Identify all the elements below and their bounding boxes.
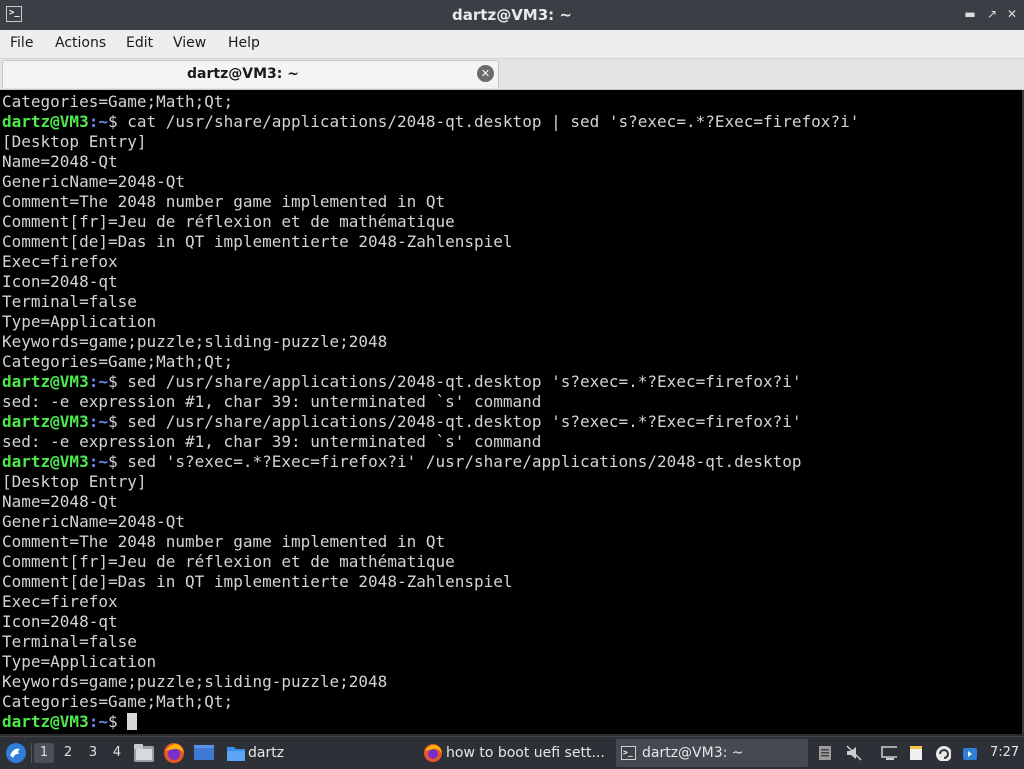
terminal-output-line: Comment[de]=Das in QT implementierte 204… <box>2 232 513 251</box>
prompt-symbol: $ <box>107 452 118 471</box>
terminal-output-line: Icon=2048-qt <box>2 612 118 631</box>
tab-bar: dartz@VM3: ~ ✕ <box>0 59 1024 90</box>
terminal-icon: >_ <box>621 746 636 760</box>
terminal-output-line: [Desktop Entry] <box>2 472 147 491</box>
task-label: dartz <box>248 745 285 761</box>
tab-label: dartz@VM3: ~ <box>187 66 299 82</box>
menu-view[interactable]: View <box>171 34 208 52</box>
terminal-output-line: Terminal=false <box>2 292 137 311</box>
terminal-output-line: Keywords=game;puzzle;sliding-puzzle;2048 <box>2 332 388 351</box>
command-text: sed 's?exec=.*?Exec=firefox?i' /usr/shar… <box>117 452 802 471</box>
terminal-output-line: Keywords=game;puzzle;sliding-puzzle;2048 <box>2 672 388 691</box>
text-cursor <box>127 713 138 730</box>
task-label: how to boot uefi sett... <box>446 745 605 761</box>
terminal-output-line: Name=2048-Qt <box>2 492 118 511</box>
workspace-2[interactable]: 2 <box>58 743 78 763</box>
prompt-path: :~ <box>88 372 108 391</box>
prompt-user: dartz@VM3 <box>2 452 89 471</box>
prompt-symbol: $ <box>107 712 118 731</box>
prompt-symbol: $ <box>107 112 118 131</box>
terminal-output-line: Categories=Game;Math;Qt; <box>2 692 234 711</box>
command-text: sed /usr/share/applications/2048-qt.desk… <box>117 372 802 391</box>
terminal-output-line: Terminal=false <box>2 632 137 651</box>
terminal-prompt-line: dartz@VM3:~$ sed /usr/share/applications… <box>2 412 802 432</box>
task-firefox[interactable]: how to boot uefi sett... <box>420 739 612 767</box>
command-text: cat /usr/share/applications/2048-qt.desk… <box>117 112 860 131</box>
terminal-output-line: Comment[fr]=Jeu de réflexion et de mathé… <box>2 552 455 571</box>
terminal-output-line: Exec=firefox <box>2 592 118 611</box>
terminal-output-line: Type=Application <box>2 652 157 671</box>
maximize-icon[interactable]: ↗ <box>984 6 1000 22</box>
terminal-output-line: Comment=The 2048 number game implemented… <box>2 192 446 211</box>
clock[interactable]: 7:27 <box>990 745 1019 760</box>
command-text: sed /usr/share/applications/2048-qt.desk… <box>117 412 802 431</box>
menu-help[interactable]: Help <box>226 34 262 52</box>
prompt-user: dartz@VM3 <box>2 412 89 431</box>
terminal-output-line: sed: -e expression #1, char 39: untermin… <box>2 432 542 451</box>
terminal-prompt-line: dartz@VM3:~$ sed 's?exec=.*?Exec=firefox… <box>2 452 802 472</box>
folder-icon <box>227 747 245 761</box>
firefox-icon <box>424 744 442 762</box>
terminal-output-line: Icon=2048-qt <box>2 272 118 291</box>
terminal-output-line: sed: -e expression #1, char 39: untermin… <box>2 392 542 411</box>
notification-icon[interactable] <box>962 745 978 761</box>
task-file-manager[interactable]: dartz <box>222 739 412 767</box>
terminal-output-line: [Desktop Entry] <box>2 132 147 151</box>
menu-edit[interactable]: Edit <box>124 34 155 52</box>
terminal-output-line: Type=Application <box>2 312 157 331</box>
tab-close-icon[interactable]: ✕ <box>477 65 494 82</box>
workspace-4[interactable]: 4 <box>107 743 127 763</box>
prompt-user: dartz@VM3 <box>2 712 89 731</box>
menu-bar: File Actions Edit View Help <box>0 30 1024 59</box>
prompt-user: dartz@VM3 <box>2 112 89 131</box>
prompt-path: :~ <box>88 452 108 471</box>
terminal-output-line: Comment=The 2048 number game implemented… <box>2 532 446 551</box>
file-manager-launcher-icon[interactable] <box>133 743 155 767</box>
show-desktop-icon[interactable] <box>193 743 215 767</box>
task-label: dartz@VM3: ~ <box>642 745 744 761</box>
prompt-symbol: $ <box>107 372 118 391</box>
update-icon[interactable] <box>935 745 951 761</box>
workspace-3[interactable]: 3 <box>83 743 103 763</box>
menu-file[interactable]: File <box>8 34 35 52</box>
volume-muted-icon[interactable] <box>846 745 862 761</box>
window-titlebar[interactable]: >_ dartz@VM3: ~ ▬ ↗ ✕ <box>0 0 1024 30</box>
prompt-path: :~ <box>88 412 108 431</box>
firefox-launcher-icon[interactable] <box>163 742 185 766</box>
terminal-output-line: Exec=firefox <box>2 252 118 271</box>
menu-actions[interactable]: Actions <box>53 34 108 52</box>
terminal-output-line: Name=2048-Qt <box>2 152 118 171</box>
terminal-prompt-line: dartz@VM3:~$ sed /usr/share/applications… <box>2 372 802 392</box>
close-icon[interactable]: ✕ <box>1004 6 1020 22</box>
task-terminal[interactable]: >_ dartz@VM3: ~ <box>616 739 808 767</box>
terminal-output[interactable]: Categories=Game;Math;Qt; dartz@VM3:~$ cat… <box>0 90 1024 734</box>
taskbar: 1 2 3 4 dartz how to boot uefi sett... >… <box>0 736 1024 769</box>
terminal-output-line: GenericName=2048-Qt <box>2 512 186 531</box>
prompt-symbol: $ <box>107 412 118 431</box>
prompt-user: dartz@VM3 <box>2 372 89 391</box>
tab-terminal[interactable]: dartz@VM3: ~ ✕ <box>2 60 499 88</box>
terminal-prompt-line: dartz@VM3:~$ cat /usr/share/applications… <box>2 112 859 132</box>
terminal-output-line: Categories=Game;Math;Qt; <box>2 352 234 371</box>
start-menu-icon[interactable] <box>5 742 27 766</box>
terminal-output-line: GenericName=2048-Qt <box>2 172 186 191</box>
taskbar-separator <box>31 743 32 763</box>
notes-icon[interactable] <box>908 745 924 761</box>
prompt-path: :~ <box>88 712 108 731</box>
window-title: dartz@VM3: ~ <box>452 6 572 24</box>
minimize-icon[interactable]: ▬ <box>962 6 978 22</box>
terminal-output-line: Categories=Game;Math;Qt; <box>2 92 234 111</box>
workspace-1[interactable]: 1 <box>34 743 54 763</box>
prompt-path: :~ <box>88 112 108 131</box>
terminal-output-line: Comment[de]=Das in QT implementierte 204… <box>2 572 513 591</box>
clipboard-icon[interactable] <box>817 745 833 761</box>
command-text <box>118 712 128 731</box>
terminal-output-line: Comment[fr]=Jeu de réflexion et de mathé… <box>2 212 455 231</box>
network-icon[interactable] <box>881 745 897 761</box>
terminal-prompt-line: dartz@VM3:~$ <box>2 712 138 732</box>
